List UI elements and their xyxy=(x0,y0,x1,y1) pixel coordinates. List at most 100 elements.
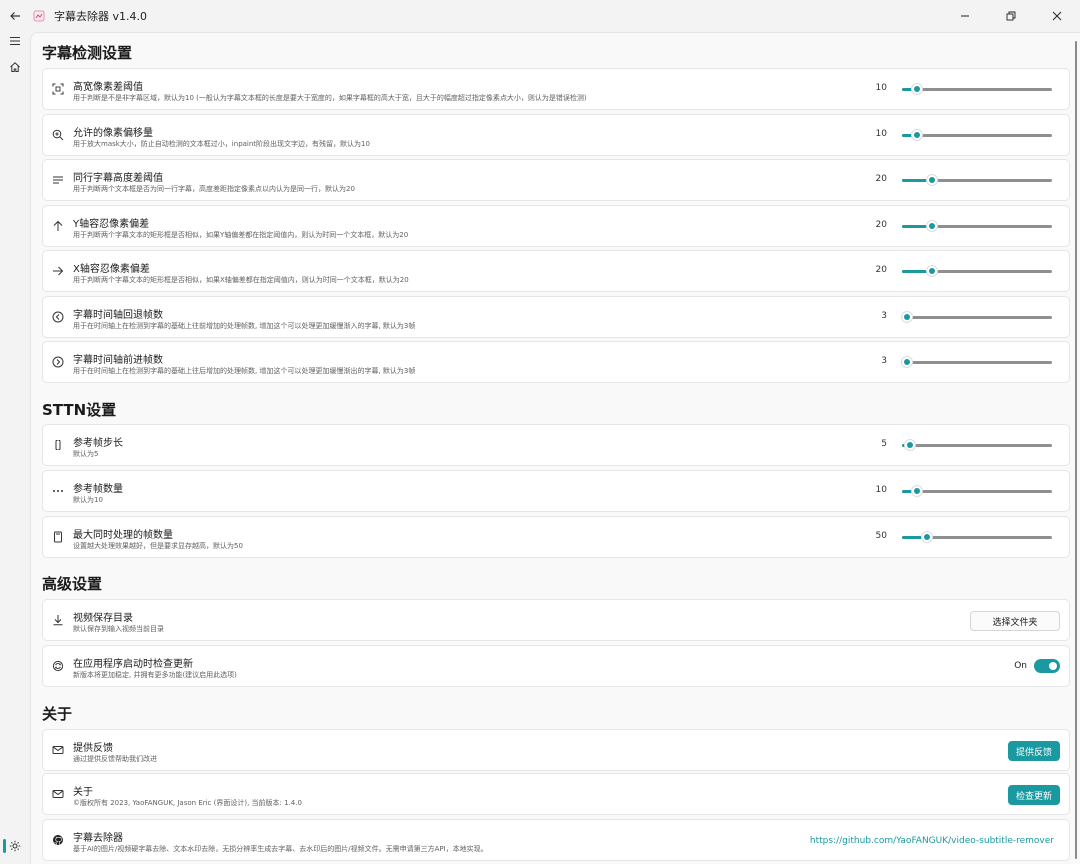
setting-value: 3 xyxy=(881,356,887,366)
detection-setting-card: X轴容忍像素偏差 用于判断两个字幕文本的矩形框是否相似，如果X轴偏差都在指定阈值内… xyxy=(42,250,1070,292)
nav-home[interactable] xyxy=(0,54,30,80)
setting-title: 字幕时间轴回退帧数 xyxy=(73,309,163,321)
slider-track xyxy=(902,490,1052,493)
detection-setting-card: 字幕时间轴回退帧数 用于在时间轴上在检测到字幕的基础上往前增加的处理帧数, 增加这… xyxy=(42,295,1070,338)
setting-description: ©版权所有 2023, YaoFANGUK, Jason Eric (界面设计)… xyxy=(73,799,302,807)
section-title-about: 关于 xyxy=(42,705,73,723)
check-update-button[interactable]: 检查更新 xyxy=(1008,785,1060,805)
slider-thumb[interactable] xyxy=(903,439,916,451)
setting-title: 允许的像素偏移量 xyxy=(73,127,153,139)
setting-card-repo: 字幕去除器 基于AI的图片/视频硬字幕去除、文本水印去除，无损分辨率生成去字幕、… xyxy=(42,819,1070,861)
menu-toggle-button[interactable] xyxy=(0,28,30,54)
download-icon xyxy=(51,613,65,627)
slider-thumb[interactable] xyxy=(900,310,913,323)
scrollbar[interactable] xyxy=(1075,41,1077,859)
setting-slider[interactable] xyxy=(898,262,1056,280)
slider-track xyxy=(902,133,1052,137)
sttn-setting-card: 参考帧数量 默认为10 10 xyxy=(42,470,1070,512)
mail-icon xyxy=(51,743,65,757)
setting-slider[interactable] xyxy=(898,436,1056,454)
setting-slider[interactable] xyxy=(898,126,1056,144)
section-title-detection: 字幕检测设置 xyxy=(42,44,133,62)
nav-rail xyxy=(0,32,30,864)
slider-thumb[interactable] xyxy=(911,128,923,141)
setting-description: 通过提供反馈帮助我们改进 xyxy=(73,755,157,763)
setting-value: 5 xyxy=(881,439,887,449)
repo-link[interactable]: https://github.com/YaoFANGUK/video-subti… xyxy=(810,836,1054,846)
zoom-in-icon xyxy=(51,128,65,142)
setting-description: 基于AI的图片/视频硬字幕去除、文本水印去除，无损分辨率生成去字幕、去水印后的图… xyxy=(73,845,488,853)
section-title-advanced: 高级设置 xyxy=(42,575,103,593)
sttn-setting-card: 参考帧步长 默认为5 5 xyxy=(42,424,1070,466)
title-bar: 字幕去除器 v1.4.0 xyxy=(0,0,1080,32)
setting-slider[interactable] xyxy=(898,217,1056,235)
slider-thumb[interactable] xyxy=(926,265,938,277)
slider-thumb[interactable] xyxy=(911,485,923,497)
slider-thumb[interactable] xyxy=(900,356,913,368)
setting-slider[interactable] xyxy=(898,80,1056,98)
more-icon xyxy=(51,484,65,498)
restore-button[interactable] xyxy=(988,0,1034,32)
setting-description: 用于放大mask大小，防止自动检测的文本框过小，inpaint阶段出现文字边，有… xyxy=(73,139,370,148)
setting-title: 高宽像素差阈值 xyxy=(73,82,143,93)
detection-setting-card: 允许的像素偏移量 用于放大mask大小，防止自动检测的文本框过小，inpaint阶… xyxy=(42,113,1070,156)
slider-track xyxy=(902,361,1052,364)
close-button[interactable] xyxy=(1034,0,1080,32)
arrow-left-icon xyxy=(10,12,20,20)
slider-thumb[interactable] xyxy=(921,531,933,543)
slider-thumb[interactable] xyxy=(926,174,938,186)
setting-value: 3 xyxy=(881,310,887,321)
setting-title: 关于 xyxy=(73,787,93,798)
slider-track xyxy=(902,315,1052,319)
slider-thumb[interactable] xyxy=(926,219,938,232)
toggle-state-label: On xyxy=(1014,661,1027,671)
setting-description: 默认为5 xyxy=(73,450,99,458)
sync-icon xyxy=(51,659,65,673)
restore-icon xyxy=(1006,11,1016,21)
setting-slider[interactable] xyxy=(898,528,1056,546)
setting-title: Y轴容忍像素偏差 xyxy=(73,218,150,230)
setting-value: 10 xyxy=(875,83,887,93)
step-icon xyxy=(51,438,65,452)
setting-slider[interactable] xyxy=(898,482,1056,500)
detection-setting-card: 同行字幕高度差阈值 用于判断两个文本框是否为同一行字幕，高度差距指定像素点以内认为… xyxy=(42,159,1070,201)
sttn-setting-card: 最大同时处理的帧数量 设置越大处理效果越好，但是要求显存越高，默认为50 50 xyxy=(42,516,1070,558)
setting-slider[interactable] xyxy=(898,308,1056,326)
detection-setting-card: 字幕时间轴前进帧数 用于在时间轴上在检测到字幕的基础上往后增加的处理帧数, 增加这… xyxy=(42,341,1070,383)
setting-slider[interactable] xyxy=(898,353,1056,371)
home-icon xyxy=(10,62,20,72)
window-title: 字幕去除器 v1.4.0 xyxy=(54,10,147,23)
setting-description: 用于在时间轴上在检测到字幕的基础上往后增加的处理帧数, 增加这个可以处理更加缓慢… xyxy=(73,367,416,375)
setting-value: 20 xyxy=(875,174,887,184)
setting-title: 最大同时处理的帧数量 xyxy=(73,530,173,541)
settings-gear-icon xyxy=(9,840,21,852)
choose-folder-button[interactable]: 选择文件夹 xyxy=(970,611,1060,631)
setting-description: 默认保存到输入视频当前目录 xyxy=(73,625,164,633)
memory-icon xyxy=(51,530,65,544)
setting-value: 20 xyxy=(875,219,887,230)
setting-description: 用于在时间轴上在检测到字幕的基础上往前增加的处理帧数, 增加这个可以处理更加缓慢… xyxy=(73,321,416,330)
minimize-icon xyxy=(961,15,969,17)
setting-title: 字幕时间轴前进帧数 xyxy=(73,355,163,366)
setting-description: 用于判断两个字幕文本的矩形框是否相似，如果X轴偏差都在指定阈值内，则认为时同一个… xyxy=(73,276,409,284)
provide-feedback-button[interactable]: 提供反馈 xyxy=(1008,741,1060,761)
frame-icon xyxy=(51,82,65,96)
chevron-left-circle-icon xyxy=(51,310,65,324)
setting-slider[interactable] xyxy=(898,171,1056,189)
arrow-right-icon xyxy=(51,264,65,278)
setting-title: 参考帧数量 xyxy=(73,484,123,495)
setting-title: X轴容忍像素偏差 xyxy=(73,264,150,275)
slider-track xyxy=(902,444,1052,447)
detection-setting-card: 高宽像素差阈值 用于判断是不是非字幕区域，默认为10 (一般认为字幕文本框的长度是… xyxy=(42,68,1070,110)
close-icon xyxy=(1052,11,1062,21)
arrow-up-icon xyxy=(51,219,65,233)
slider-track xyxy=(902,88,1052,91)
slider-thumb[interactable] xyxy=(911,83,923,95)
setting-title: 参考帧步长 xyxy=(73,438,123,449)
update-check-toggle[interactable] xyxy=(1034,659,1060,673)
minimize-button[interactable] xyxy=(942,0,988,32)
setting-card-feedback: 提供反馈 通过提供反馈帮助我们改进 提供反馈 xyxy=(42,729,1070,771)
setting-description: 用于判断两个文本框是否为同一行字幕，高度差距指定像素点以内认为是同一行，默认为2… xyxy=(73,185,355,193)
setting-description: 设置越大处理效果越好，但是要求显存越高，默认为50 xyxy=(73,542,243,550)
nav-settings[interactable] xyxy=(0,832,30,860)
